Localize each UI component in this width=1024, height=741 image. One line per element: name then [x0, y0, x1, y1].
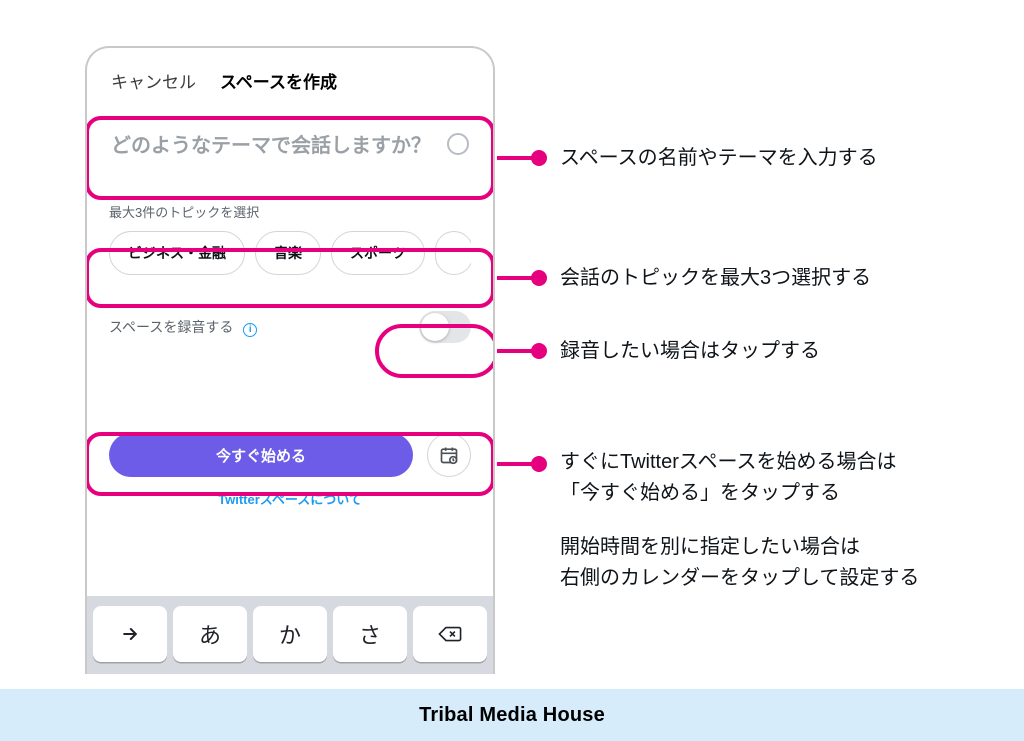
brand-name: Tribal Media House: [419, 704, 605, 727]
callout-connector: [497, 349, 539, 353]
annotation: すぐにTwitterスペースを始める場合は 「今すぐ始める」をタップする: [560, 447, 897, 509]
modal-title: スペースを作成: [220, 68, 337, 93]
topics-section: 最大3件のトピックを選択 ビジネス・金融 音楽 スポーツ: [87, 202, 493, 285]
arrow-right-icon: [120, 624, 140, 644]
annotation: スペースの名前やテーマを入力する: [560, 143, 878, 174]
keyboard-key-backspace[interactable]: [413, 606, 487, 662]
topic-chip[interactable]: スポーツ: [331, 231, 425, 275]
annotation-text: 会話のトピックを最大3つ選択する: [560, 263, 871, 294]
annotation-text: 「今すぐ始める」をタップする: [560, 478, 897, 509]
calendar-clock-icon: [439, 445, 459, 465]
annotation: 会話のトピックを最大3つ選択する: [560, 263, 871, 294]
annotation-text: すぐにTwitterスペースを始める場合は: [560, 447, 897, 478]
phone-frame: キャンセル スペースを作成 どのようなテーマで会話しますか？ 最大3件のトピック…: [85, 46, 495, 674]
annotation-text: 開始時間を別に指定したい場合は: [560, 532, 919, 563]
space-name-field[interactable]: どのようなテーマで会話しますか？: [97, 115, 483, 180]
topics-chip-row: ビジネス・金融 音楽 スポーツ: [109, 231, 471, 275]
backspace-icon: [437, 621, 463, 647]
topics-instruction: 最大3件のトピックを選択: [109, 202, 471, 221]
start-row: 今すぐ始める: [109, 433, 471, 477]
callout-connector: [497, 156, 539, 160]
topic-chip[interactable]: [435, 231, 471, 275]
keyboard-key[interactable]: か: [253, 606, 327, 662]
footer-brand-bar: Tribal Media House: [0, 689, 1024, 741]
info-icon[interactable]: i: [243, 323, 257, 337]
soft-keyboard: あ か さ: [87, 596, 493, 674]
keyboard-key[interactable]: さ: [333, 606, 407, 662]
annotation-text: スペースの名前やテーマを入力する: [560, 143, 878, 174]
keyboard-key[interactable]: あ: [173, 606, 247, 662]
schedule-button[interactable]: [427, 433, 471, 477]
record-label: スペースを録音する i: [109, 317, 257, 337]
topic-chip[interactable]: ビジネス・金融: [109, 231, 245, 275]
keyboard-key-next-candidate[interactable]: [93, 606, 167, 662]
annotation-text: 録音したい場合はタップする: [560, 336, 820, 367]
callout-connector: [497, 276, 539, 280]
annotation-text: 右側のカレンダーをタップして設定する: [560, 563, 919, 594]
annotation: 録音したい場合はタップする: [560, 336, 820, 367]
modal-header: キャンセル スペースを作成: [87, 48, 493, 107]
start-now-button[interactable]: 今すぐ始める: [109, 433, 413, 477]
record-row: スペースを録音する i: [109, 311, 471, 343]
about-spaces-link[interactable]: Twitterスペースについて: [87, 489, 493, 508]
callout-connector: [497, 462, 539, 466]
annotation: 開始時間を別に指定したい場合は 右側のカレンダーをタップして設定する: [560, 532, 919, 594]
space-name-placeholder: どのようなテーマで会話しますか？: [111, 129, 431, 158]
cancel-button[interactable]: キャンセル: [111, 68, 196, 93]
record-toggle[interactable]: [419, 311, 471, 343]
emoji-picker-icon[interactable]: [447, 133, 469, 155]
topic-chip[interactable]: 音楽: [255, 231, 321, 275]
